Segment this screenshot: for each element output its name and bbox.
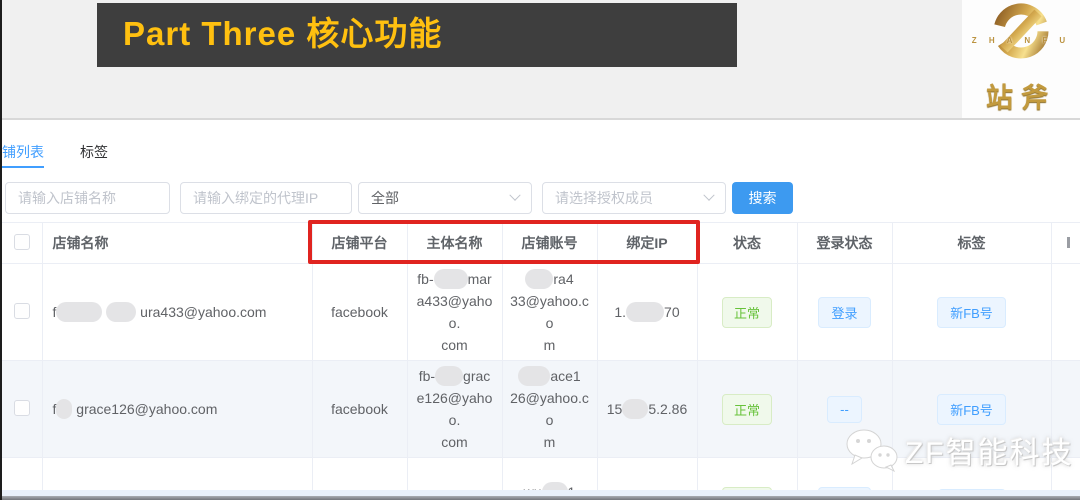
column-header-1: 店铺平台 [311,222,407,264]
login-button[interactable]: 登录 [818,296,871,328]
shop-name-input[interactable] [5,182,170,214]
platform-cell: shopify [311,457,407,490]
status-badge: 正常 [721,296,772,328]
column-header-3: 店铺账号 [501,222,597,264]
tag-cell [891,457,1051,490]
column-header-4: 绑定IP [596,222,697,264]
column-header-6: 登录状态 [796,222,892,264]
search-button[interactable]: 搜索 [732,182,793,214]
tab-shop-list[interactable]: 店铺列表 [2,142,44,168]
redaction-mask [56,399,73,419]
zhanfu-emblem-icon [993,3,1049,59]
proxy-ip-input[interactable] [180,182,352,214]
table-row: f ura433@yahoo.com facebook fb-mar a433@yah… [2,263,1080,361]
checkbox-cell [2,458,42,491]
member-select-placeholder: 请选择授权成员 [555,190,653,206]
platform-cell: facebook [311,263,407,361]
clipped-cell [1050,360,1080,458]
tag-cell: 新FB号 [891,360,1051,458]
column-header-2: 主体名称 [406,222,502,264]
bound-ip-cell: 1. 70 [596,263,697,361]
tag-badge[interactable]: 新FB号 [937,393,1006,425]
login-status-cell: 登录 [796,263,892,361]
platform-cell: facebook [311,360,407,458]
brand-logo: Z H A N F U 站斧 [962,0,1080,118]
shop-name-cell: f ura433@yahoo.com [41,263,312,361]
bound-ip-cell: 15 5.2.86 [596,360,697,458]
redaction-mask [518,366,551,386]
chevron-down-icon [509,189,521,201]
status-badge: 正常 [721,393,772,425]
redaction-mask [622,399,649,419]
column-header-5: 状态 [696,222,797,264]
redaction-mask [626,302,665,322]
account-cell: ra4 33@yahoo.co m [501,263,597,361]
table-row: omshopifywumwu1@gmail.com15.219正常登录 [2,457,1080,491]
platform-select-value: 全部 [371,190,399,206]
entity-cell: wum [406,457,502,490]
header-checkbox-cell [2,223,42,264]
row-checkbox[interactable] [13,399,30,416]
status-cell: 正常 [696,360,797,458]
redaction-mask [435,366,464,386]
tab-tags[interactable]: 标签 [80,142,108,162]
platform-select[interactable]: 全部 [358,182,532,214]
select-all-checkbox[interactable] [13,233,30,250]
shop-name-cell: f grace126@yahoo.com [41,360,312,458]
column-header-7: 标签 [891,222,1051,264]
login-button[interactable]: -- [827,395,862,423]
column-header-clipped [1050,222,1080,264]
brand-name-cn: 站斧 [986,83,1056,113]
row-checkbox[interactable] [13,302,30,319]
login-status-cell: 登录 [796,457,892,490]
clipped-cell [1050,263,1080,361]
bound-ip-cell: 15.219 [596,457,697,490]
tag-cell: 新FB号 [891,263,1051,361]
entity-cell: fb-mar a433@yahoo. com [406,263,502,361]
login-status-cell: -- [796,360,892,458]
status-cell: 正常 [696,263,797,361]
redaction-mask [433,269,468,289]
chevron-down-icon [703,189,715,201]
checkbox-cell [2,264,42,361]
window-bottom-edge [2,496,1080,500]
entity-cell: fb-grac e126@yahoo. com [406,360,502,458]
redaction-mask [525,269,554,289]
column-header-0: 店铺名称 [41,222,312,264]
redaction-mask [106,302,137,322]
brand-name-en: Z H A N F U [971,36,1071,45]
status-cell: 正常 [696,457,797,490]
tag-badge[interactable]: 新FB号 [937,296,1006,328]
clipped-glyph-fragment [1067,237,1071,248]
account-cell: wu1@gmail.com [501,457,597,490]
page: Part Three 核心功能 Z H A N F U 站斧 店铺列表 标签 全… [0,0,1080,500]
redaction-mask [541,481,568,490]
redaction-mask [56,302,103,322]
section-title: Part Three 核心功能 [97,3,737,67]
table-header-row: 店铺名称 店铺平台 主体名称 店铺账号 绑定IP 状态 登录状态 标签 [2,222,1080,264]
slide-header: Part Three 核心功能 Z H A N F U 站斧 [2,0,1080,120]
table-row: f grace126@yahoo.com facebook fb-grac e126@… [2,360,1080,458]
clipped-cell [1050,457,1080,490]
member-select[interactable]: 请选择授权成员 [542,182,726,214]
checkbox-cell [2,361,42,458]
shop-table: 店铺名称 店铺平台 主体名称 店铺账号 绑定IP 状态 登录状态 标签 f ura433@ya… [2,222,1080,490]
account-cell: ace1 26@yahoo.co m [501,360,597,458]
shop-name-cell: om [41,457,312,490]
